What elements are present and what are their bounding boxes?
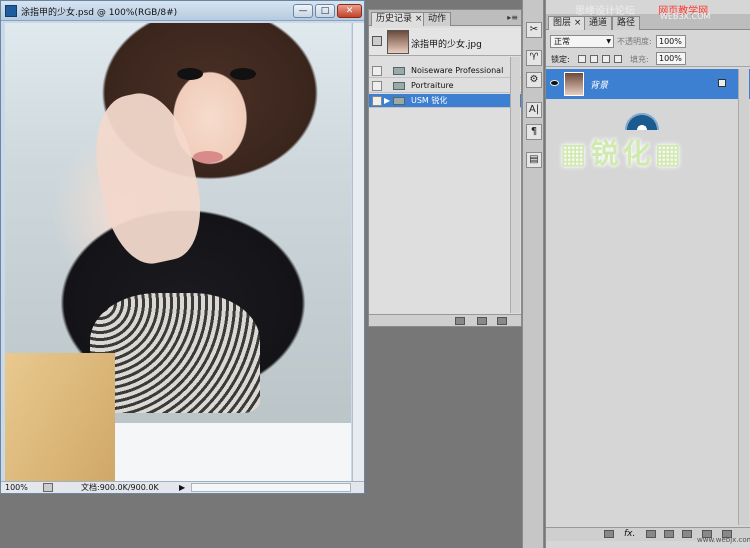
blend-mode-value: 正常: [554, 37, 570, 46]
tab-close-icon[interactable]: ×: [574, 18, 582, 28]
document-window[interactable]: 涂指甲的少女.psd @ 100%(RGB/8#) — □ ✕ 100% 文档:…: [0, 0, 365, 494]
document-statusbar: 100% 文档:900.0K/900.0K ▶: [1, 481, 364, 493]
link-layers-icon[interactable]: [604, 530, 614, 538]
lock-icon: [718, 79, 726, 87]
image-canvas[interactable]: [5, 23, 351, 481]
tab-history[interactable]: 历史记录 ×: [371, 12, 428, 26]
lock-transparency-icon[interactable]: [578, 55, 586, 63]
history-brush-checkbox[interactable]: [372, 96, 382, 106]
history-panel-tabs: 历史记录 × 动作 ▸≡: [369, 10, 521, 26]
fill-label: 填充:: [630, 55, 649, 64]
paragraph-icon[interactable]: ¶: [526, 124, 542, 140]
opacity-field[interactable]: 100%: [656, 35, 686, 48]
layers-options: 正常 ▼ 不透明度: 100% 锁定: 填充: 100%: [546, 31, 750, 67]
status-menu-arrow-icon[interactable]: ▶: [179, 482, 185, 493]
layers-panel[interactable]: 图层 × 通道 路径 正常 ▼ 不透明度: 100% 锁定: 填充: 100% …: [545, 0, 750, 548]
tools-icon[interactable]: ✂: [526, 22, 542, 38]
history-step-label: Portraiture: [411, 81, 454, 90]
maximize-button[interactable]: □: [315, 4, 335, 18]
horizontal-scrollbar[interactable]: [191, 483, 351, 492]
create-snapshot-icon[interactable]: [477, 317, 487, 325]
history-panel[interactable]: 历史记录 × 动作 ▸≡ 涂指甲的少女.jpg Noiseware Profes…: [368, 9, 522, 327]
lock-all-icon[interactable]: [614, 55, 622, 63]
photo-lace-top: [90, 293, 260, 413]
history-snapshot[interactable]: 涂指甲的少女.jpg: [369, 28, 521, 56]
trash-icon[interactable]: [497, 317, 507, 325]
zoom-field[interactable]: 100%: [5, 482, 39, 493]
history-step-icon: [393, 67, 405, 75]
layers-scrollbar[interactable]: [738, 69, 749, 525]
logo-text: ▦锐化▦: [560, 137, 685, 170]
history-step-icon: [393, 82, 405, 90]
status-info-icon[interactable]: [43, 483, 53, 492]
tab-history-label: 历史记录: [376, 14, 413, 24]
layer-thumbnail: [564, 72, 584, 96]
history-state-arrow-icon: ▶: [384, 96, 391, 105]
document-titlebar[interactable]: 涂指甲的少女.psd @ 100%(RGB/8#) — □ ✕: [1, 1, 364, 21]
tab-channels[interactable]: 通道: [584, 16, 613, 30]
tab-actions-label: 动作: [428, 14, 447, 24]
history-step[interactable]: Portraiture: [369, 79, 521, 93]
add-mask-icon[interactable]: [646, 530, 656, 538]
tab-actions[interactable]: 动作: [423, 12, 452, 26]
document-title: 涂指甲的少女.psd @ 100%(RGB/8#): [21, 8, 178, 18]
adjustment-layer-icon[interactable]: [664, 530, 674, 538]
sharpen-logo: ▦锐化▦: [556, 100, 716, 170]
snapshot-label: 涂指甲的少女.jpg: [411, 40, 482, 50]
vertical-scrollbar[interactable]: [352, 23, 364, 481]
lock-pixels-icon[interactable]: [590, 55, 598, 63]
history-step-label: Noiseware Professional: [411, 66, 504, 75]
history-step-icon: [393, 97, 405, 105]
history-brush-checkbox[interactable]: [372, 66, 382, 76]
photo-desk: [5, 353, 115, 481]
layer-name: 背景: [590, 81, 609, 91]
history-brush-checkbox[interactable]: [372, 81, 382, 91]
clone-source-icon[interactable]: ⚙: [526, 72, 542, 88]
tab-channels-label: 通道: [589, 18, 608, 28]
photo-paper: [115, 423, 351, 481]
history-step[interactable]: Noiseware Professional: [369, 64, 521, 78]
fan-logo-icon: [624, 100, 660, 130]
opacity-label: 不透明度:: [617, 37, 652, 46]
watermark-bottom: www.webjx.com: [697, 536, 750, 544]
watermark-forum: 思缘设计论坛: [575, 6, 635, 17]
history-step-active[interactable]: ▶ USM 锐化: [369, 94, 521, 108]
eye-icon[interactable]: [550, 80, 559, 86]
snapshot-thumbnail: [387, 30, 409, 54]
tab-layers-label: 图层: [553, 18, 572, 28]
photoshop-document-icon: [5, 5, 17, 17]
layer-row-background[interactable]: 背景: [546, 69, 750, 99]
close-button[interactable]: ✕: [337, 4, 362, 18]
brush-presets-icon[interactable]: ♈: [526, 50, 542, 66]
panel-menu-icon[interactable]: ▸≡: [507, 13, 518, 22]
panel-tool-strip: ✂ ♈ ⚙ A| ¶ ▤: [522, 0, 544, 548]
snapshot-source-icon[interactable]: [372, 36, 382, 46]
new-group-icon[interactable]: [682, 530, 692, 538]
chevron-down-icon: ▼: [606, 38, 611, 45]
blend-mode-select[interactable]: 正常 ▼: [550, 35, 614, 48]
history-footer: [369, 314, 521, 326]
history-scrollbar[interactable]: [510, 57, 520, 313]
minimize-button[interactable]: —: [293, 4, 313, 18]
history-step-label: USM 锐化: [411, 96, 448, 105]
new-document-from-state-icon[interactable]: [455, 317, 465, 325]
layer-style-button[interactable]: fx.: [624, 529, 635, 539]
character-icon[interactable]: A|: [526, 102, 542, 118]
layer-comps-icon[interactable]: ▤: [526, 152, 542, 168]
photo-left-eye: [177, 68, 203, 80]
tab-close-icon[interactable]: ×: [415, 14, 423, 24]
watermark-url: WEB3X.COM: [660, 12, 711, 21]
fill-field[interactable]: 100%: [656, 52, 686, 65]
photo-lips: [193, 151, 223, 163]
document-size: 文档:900.0K/900.0K: [81, 483, 159, 492]
lock-position-icon[interactable]: [602, 55, 610, 63]
lock-label: 锁定:: [551, 55, 570, 64]
photo-right-eye: [230, 68, 256, 80]
tab-paths-label: 路径: [617, 18, 636, 28]
tab-paths[interactable]: 路径: [612, 16, 641, 30]
tab-layers[interactable]: 图层 ×: [548, 16, 587, 30]
